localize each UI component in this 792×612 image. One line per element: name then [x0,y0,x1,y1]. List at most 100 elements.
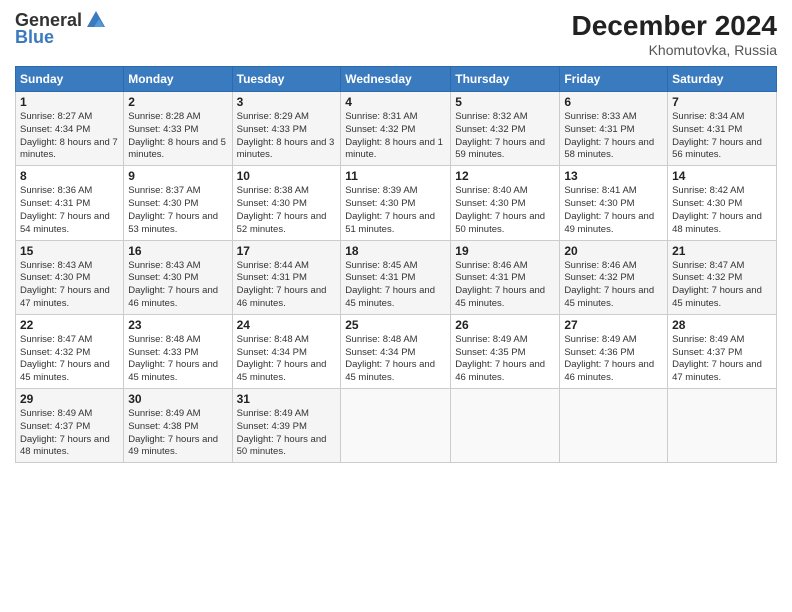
calendar-cell: 8 Sunrise: 8:36 AMSunset: 4:31 PMDaylight… [16,166,124,240]
day-number: 25 [345,318,446,332]
day-number: 2 [128,95,227,109]
main-container: General Blue December 2024 Khomutovka, R… [0,0,792,612]
day-number: 5 [455,95,555,109]
day-detail: Sunrise: 8:34 AMSunset: 4:31 PMDaylight:… [672,111,762,160]
calendar-cell: 15 Sunrise: 8:43 AMSunset: 4:30 PMDayligh… [16,240,124,314]
logo-icon [85,9,107,31]
title-block: December 2024 Khomutovka, Russia [572,10,777,58]
calendar-cell [341,389,451,463]
day-detail: Sunrise: 8:38 AMSunset: 4:30 PMDaylight:… [237,185,327,234]
calendar-cell [668,389,777,463]
day-number: 16 [128,244,227,258]
calendar-week-3: 15 Sunrise: 8:43 AMSunset: 4:30 PMDayligh… [16,240,777,314]
day-number: 30 [128,392,227,406]
calendar-week-4: 22 Sunrise: 8:47 AMSunset: 4:32 PMDayligh… [16,314,777,388]
day-number: 26 [455,318,555,332]
calendar-cell: 17Sunrise: 8:44 AMSunset: 4:31 PMDayligh… [232,240,341,314]
day-number: 27 [564,318,663,332]
column-header-saturday: Saturday [668,67,777,92]
column-header-thursday: Thursday [451,67,560,92]
day-detail: Sunrise: 8:41 AMSunset: 4:30 PMDaylight:… [564,185,654,234]
calendar-cell [451,389,560,463]
day-number: 3 [237,95,337,109]
day-detail: Sunrise: 8:47 AMSunset: 4:32 PMDaylight:… [672,260,762,309]
calendar-cell: 14Sunrise: 8:42 AMSunset: 4:30 PMDayligh… [668,166,777,240]
day-detail: Sunrise: 8:49 AMSunset: 4:36 PMDaylight:… [564,334,654,383]
calendar-cell: 3 Sunrise: 8:29 AMSunset: 4:33 PMDaylight… [232,92,341,166]
day-detail: Sunrise: 8:36 AMSunset: 4:31 PMDaylight:… [20,185,110,234]
day-number: 10 [237,169,337,183]
calendar-cell: 30Sunrise: 8:49 AMSunset: 4:38 PMDayligh… [124,389,232,463]
day-detail: Sunrise: 8:49 AMSunset: 4:39 PMDaylight:… [237,408,327,457]
day-number: 11 [345,169,446,183]
calendar-cell: 19Sunrise: 8:46 AMSunset: 4:31 PMDayligh… [451,240,560,314]
column-header-wednesday: Wednesday [341,67,451,92]
calendar-cell: 21Sunrise: 8:47 AMSunset: 4:32 PMDayligh… [668,240,777,314]
calendar-cell: 28Sunrise: 8:49 AMSunset: 4:37 PMDayligh… [668,314,777,388]
header: General Blue December 2024 Khomutovka, R… [15,10,777,58]
calendar-cell: 27 Sunrise: 8:49 AMSunset: 4:36 PMDayligh… [560,314,668,388]
calendar-cell: 16 Sunrise: 8:43 AMSunset: 4:30 PMDayligh… [124,240,232,314]
calendar-cell: 12 Sunrise: 8:40 AMSunset: 4:30 PMDayligh… [451,166,560,240]
day-number: 8 [20,169,119,183]
day-detail: Sunrise: 8:29 AMSunset: 4:33 PMDaylight:… [237,111,335,160]
calendar-cell: 11 Sunrise: 8:39 AMSunset: 4:30 PMDayligh… [341,166,451,240]
day-detail: Sunrise: 8:31 AMSunset: 4:32 PMDaylight:… [345,111,443,160]
calendar-cell: 20 Sunrise: 8:46 AMSunset: 4:32 PMDayligh… [560,240,668,314]
calendar-cell: 1 Sunrise: 8:27 AMSunset: 4:34 PMDaylight… [16,92,124,166]
day-detail: Sunrise: 8:39 AMSunset: 4:30 PMDaylight:… [345,185,435,234]
day-detail: Sunrise: 8:48 AMSunset: 4:34 PMDaylight:… [237,334,327,383]
logo-blue: Blue [15,27,54,48]
calendar-cell [560,389,668,463]
calendar-cell: 2 Sunrise: 8:28 AMSunset: 4:33 PMDaylight… [124,92,232,166]
calendar-cell: 6 Sunrise: 8:33 AMSunset: 4:31 PMDaylight… [560,92,668,166]
day-number: 7 [672,95,772,109]
day-number: 15 [20,244,119,258]
main-title: December 2024 [572,10,777,42]
day-number: 1 [20,95,119,109]
calendar-cell: 4 Sunrise: 8:31 AMSunset: 4:32 PMDaylight… [341,92,451,166]
calendar-week-1: 1 Sunrise: 8:27 AMSunset: 4:34 PMDaylight… [16,92,777,166]
day-number: 4 [345,95,446,109]
calendar-cell: 7 Sunrise: 8:34 AMSunset: 4:31 PMDaylight… [668,92,777,166]
day-number: 12 [455,169,555,183]
calendar-cell: 23 Sunrise: 8:48 AMSunset: 4:33 PMDayligh… [124,314,232,388]
day-number: 9 [128,169,227,183]
day-detail: Sunrise: 8:27 AMSunset: 4:34 PMDaylight:… [20,111,118,160]
day-detail: Sunrise: 8:48 AMSunset: 4:33 PMDaylight:… [128,334,218,383]
day-number: 20 [564,244,663,258]
day-detail: Sunrise: 8:43 AMSunset: 4:30 PMDaylight:… [20,260,110,309]
calendar-week-2: 8 Sunrise: 8:36 AMSunset: 4:31 PMDaylight… [16,166,777,240]
day-detail: Sunrise: 8:46 AMSunset: 4:32 PMDaylight:… [564,260,654,309]
day-detail: Sunrise: 8:49 AMSunset: 4:37 PMDaylight:… [672,334,762,383]
day-number: 22 [20,318,119,332]
day-detail: Sunrise: 8:33 AMSunset: 4:31 PMDaylight:… [564,111,654,160]
calendar-cell: 18Sunrise: 8:45 AMSunset: 4:31 PMDayligh… [341,240,451,314]
calendar-cell: 9 Sunrise: 8:37 AMSunset: 4:30 PMDaylight… [124,166,232,240]
calendar-cell: 31 Sunrise: 8:49 AMSunset: 4:39 PMDayligh… [232,389,341,463]
calendar-table: SundayMondayTuesdayWednesdayThursdayFrid… [15,66,777,463]
day-detail: Sunrise: 8:47 AMSunset: 4:32 PMDaylight:… [20,334,110,383]
day-detail: Sunrise: 8:37 AMSunset: 4:30 PMDaylight:… [128,185,218,234]
day-number: 29 [20,392,119,406]
day-detail: Sunrise: 8:43 AMSunset: 4:30 PMDaylight:… [128,260,218,309]
day-detail: Sunrise: 8:49 AMSunset: 4:35 PMDaylight:… [455,334,545,383]
calendar-header-row: SundayMondayTuesdayWednesdayThursdayFrid… [16,67,777,92]
day-detail: Sunrise: 8:46 AMSunset: 4:31 PMDaylight:… [455,260,545,309]
calendar-cell: 10 Sunrise: 8:38 AMSunset: 4:30 PMDayligh… [232,166,341,240]
day-detail: Sunrise: 8:49 AMSunset: 4:37 PMDaylight:… [20,408,110,457]
day-detail: Sunrise: 8:40 AMSunset: 4:30 PMDaylight:… [455,185,545,234]
day-number: 18 [345,244,446,258]
column-header-friday: Friday [560,67,668,92]
day-number: 6 [564,95,663,109]
logo: General Blue [15,10,107,48]
day-detail: Sunrise: 8:28 AMSunset: 4:33 PMDaylight:… [128,111,226,160]
day-number: 23 [128,318,227,332]
day-number: 13 [564,169,663,183]
day-detail: Sunrise: 8:48 AMSunset: 4:34 PMDaylight:… [345,334,435,383]
calendar-cell: 24Sunrise: 8:48 AMSunset: 4:34 PMDayligh… [232,314,341,388]
day-detail: Sunrise: 8:32 AMSunset: 4:32 PMDaylight:… [455,111,545,160]
column-header-sunday: Sunday [16,67,124,92]
calendar-cell: 5 Sunrise: 8:32 AMSunset: 4:32 PMDaylight… [451,92,560,166]
day-number: 31 [237,392,337,406]
